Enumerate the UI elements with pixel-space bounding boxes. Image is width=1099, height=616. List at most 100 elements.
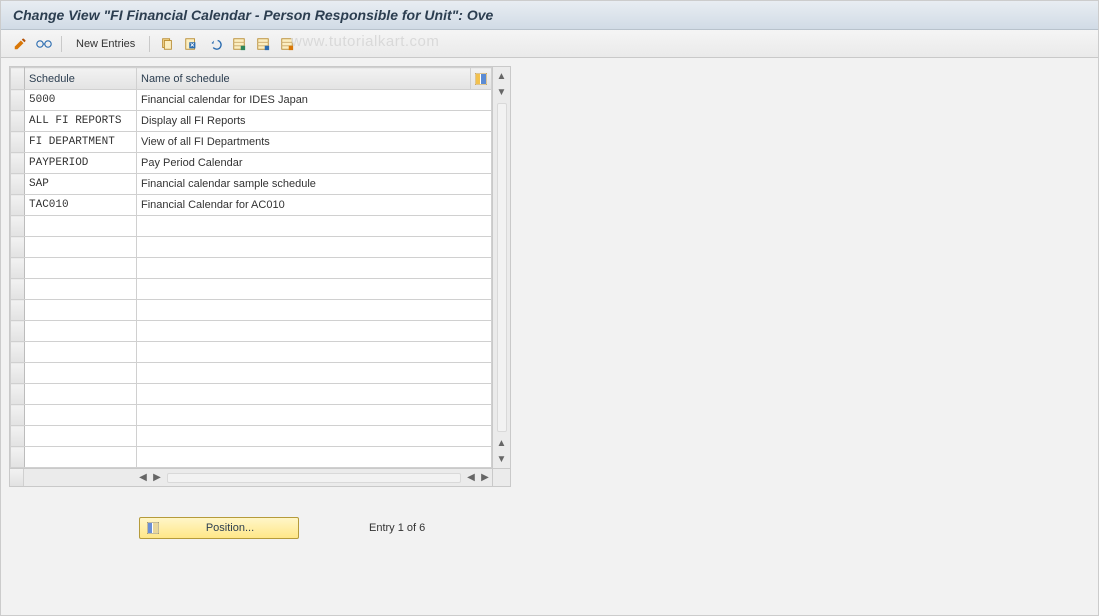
cell-schedule[interactable] bbox=[25, 237, 137, 258]
vertical-scrollbar[interactable]: ▲ ▼ ▲ ▼ bbox=[492, 67, 510, 468]
row-selector[interactable] bbox=[11, 195, 25, 216]
table-row[interactable]: 5000Financial calendar for IDES Japan bbox=[11, 90, 492, 111]
cell-schedule[interactable]: 5000 bbox=[25, 90, 137, 111]
cell-name[interactable] bbox=[137, 363, 492, 384]
cell-schedule[interactable] bbox=[25, 321, 137, 342]
row-selector[interactable] bbox=[11, 216, 25, 237]
table-row[interactable] bbox=[11, 279, 492, 300]
row-selector[interactable] bbox=[11, 384, 25, 405]
scroll-up-small-arrow-icon[interactable]: ▲ bbox=[495, 436, 509, 450]
row-selector[interactable] bbox=[11, 342, 25, 363]
row-selector[interactable] bbox=[11, 111, 25, 132]
delete-icon[interactable] bbox=[182, 35, 200, 53]
cell-schedule[interactable] bbox=[25, 363, 137, 384]
vertical-scroll-track[interactable] bbox=[497, 103, 507, 432]
row-selector[interactable] bbox=[11, 279, 25, 300]
table-row[interactable] bbox=[11, 405, 492, 426]
cell-schedule[interactable] bbox=[25, 279, 137, 300]
cell-name[interactable]: View of all FI Departments bbox=[137, 132, 492, 153]
cell-name[interactable] bbox=[137, 279, 492, 300]
table-row[interactable]: FI DEPARTMENTView of all FI Departments bbox=[11, 132, 492, 153]
column-header-schedule[interactable]: Schedule bbox=[25, 68, 137, 90]
row-selector[interactable] bbox=[11, 321, 25, 342]
cell-schedule[interactable] bbox=[25, 342, 137, 363]
row-selector[interactable] bbox=[11, 237, 25, 258]
cell-schedule[interactable] bbox=[25, 216, 137, 237]
table-row[interactable]: PAYPERIODPay Period Calendar bbox=[11, 153, 492, 174]
horizontal-scrollbar[interactable]: ◀ ▶ ◀ ▶ bbox=[10, 468, 510, 486]
cell-name[interactable]: Display all FI Reports bbox=[137, 111, 492, 132]
cell-name[interactable] bbox=[137, 300, 492, 321]
cell-name[interactable] bbox=[137, 426, 492, 447]
toggle-display-change-icon[interactable] bbox=[11, 35, 29, 53]
cell-schedule[interactable] bbox=[25, 426, 137, 447]
select-block-icon[interactable] bbox=[254, 35, 272, 53]
row-selector[interactable] bbox=[11, 363, 25, 384]
horizontal-scroll-track[interactable] bbox=[167, 473, 461, 483]
scroll-right-arrow-icon[interactable]: ▶ bbox=[478, 471, 492, 485]
scroll-right-small-arrow-icon[interactable]: ▶ bbox=[150, 471, 164, 485]
table-row[interactable] bbox=[11, 237, 492, 258]
cell-name[interactable] bbox=[137, 384, 492, 405]
row-selector[interactable] bbox=[11, 174, 25, 195]
cell-name[interactable] bbox=[137, 258, 492, 279]
row-selector[interactable] bbox=[11, 153, 25, 174]
cell-schedule[interactable]: ALL FI REPORTS bbox=[25, 111, 137, 132]
table-row[interactable] bbox=[11, 363, 492, 384]
column-header-name[interactable]: Name of schedule bbox=[137, 68, 471, 90]
table-row[interactable]: TAC010Financial Calendar for AC010 bbox=[11, 195, 492, 216]
scroll-left-small-arrow-icon[interactable]: ◀ bbox=[464, 471, 478, 485]
cell-schedule[interactable]: SAP bbox=[25, 174, 137, 195]
deselect-all-icon[interactable] bbox=[278, 35, 296, 53]
select-all-icon[interactable] bbox=[230, 35, 248, 53]
window-title: Change View "FI Financial Calendar - Per… bbox=[1, 1, 1098, 30]
scroll-down-arrow-icon[interactable]: ▼ bbox=[495, 452, 509, 466]
table-row[interactable]: ALL FI REPORTSDisplay all FI Reports bbox=[11, 111, 492, 132]
hscroll-corner bbox=[10, 469, 24, 486]
row-selector[interactable] bbox=[11, 258, 25, 279]
undo-icon[interactable] bbox=[206, 35, 224, 53]
cell-name[interactable]: Financial Calendar for AC010 bbox=[137, 195, 492, 216]
cell-name[interactable] bbox=[137, 447, 492, 468]
cell-name[interactable] bbox=[137, 216, 492, 237]
row-selector[interactable] bbox=[11, 426, 25, 447]
table-row[interactable] bbox=[11, 384, 492, 405]
copy-icon[interactable] bbox=[158, 35, 176, 53]
scroll-up-arrow-icon[interactable]: ▲ bbox=[495, 69, 509, 83]
cell-name[interactable] bbox=[137, 321, 492, 342]
cell-schedule[interactable] bbox=[25, 384, 137, 405]
cell-schedule[interactable] bbox=[25, 405, 137, 426]
cell-schedule[interactable]: TAC010 bbox=[25, 195, 137, 216]
table-row[interactable] bbox=[11, 342, 492, 363]
row-selector[interactable] bbox=[11, 405, 25, 426]
table-row[interactable]: SAPFinancial calendar sample schedule bbox=[11, 174, 492, 195]
cell-schedule[interactable] bbox=[25, 300, 137, 321]
table-row[interactable] bbox=[11, 426, 492, 447]
scroll-left-arrow-icon[interactable]: ◀ bbox=[136, 471, 150, 485]
row-selector[interactable] bbox=[11, 447, 25, 468]
configure-columns-icon[interactable] bbox=[471, 68, 492, 90]
cell-schedule[interactable]: FI DEPARTMENT bbox=[25, 132, 137, 153]
table-row[interactable] bbox=[11, 300, 492, 321]
row-selector[interactable] bbox=[11, 132, 25, 153]
row-selector-header[interactable] bbox=[11, 68, 25, 90]
cell-name[interactable]: Financial calendar for IDES Japan bbox=[137, 90, 492, 111]
table-row[interactable] bbox=[11, 216, 492, 237]
cell-name[interactable] bbox=[137, 237, 492, 258]
scroll-down-small-arrow-icon[interactable]: ▼ bbox=[495, 85, 509, 99]
new-entries-button[interactable]: New Entries bbox=[70, 35, 141, 53]
cell-schedule[interactable] bbox=[25, 447, 137, 468]
cell-name[interactable] bbox=[137, 405, 492, 426]
glasses-icon[interactable] bbox=[35, 35, 53, 53]
table-row[interactable] bbox=[11, 258, 492, 279]
cell-schedule[interactable] bbox=[25, 258, 137, 279]
row-selector[interactable] bbox=[11, 300, 25, 321]
cell-name[interactable] bbox=[137, 342, 492, 363]
row-selector[interactable] bbox=[11, 90, 25, 111]
table-row[interactable] bbox=[11, 447, 492, 468]
cell-schedule[interactable]: PAYPERIOD bbox=[25, 153, 137, 174]
position-button[interactable]: Position... bbox=[139, 517, 299, 539]
cell-name[interactable]: Pay Period Calendar bbox=[137, 153, 492, 174]
table-row[interactable] bbox=[11, 321, 492, 342]
cell-name[interactable]: Financial calendar sample schedule bbox=[137, 174, 492, 195]
